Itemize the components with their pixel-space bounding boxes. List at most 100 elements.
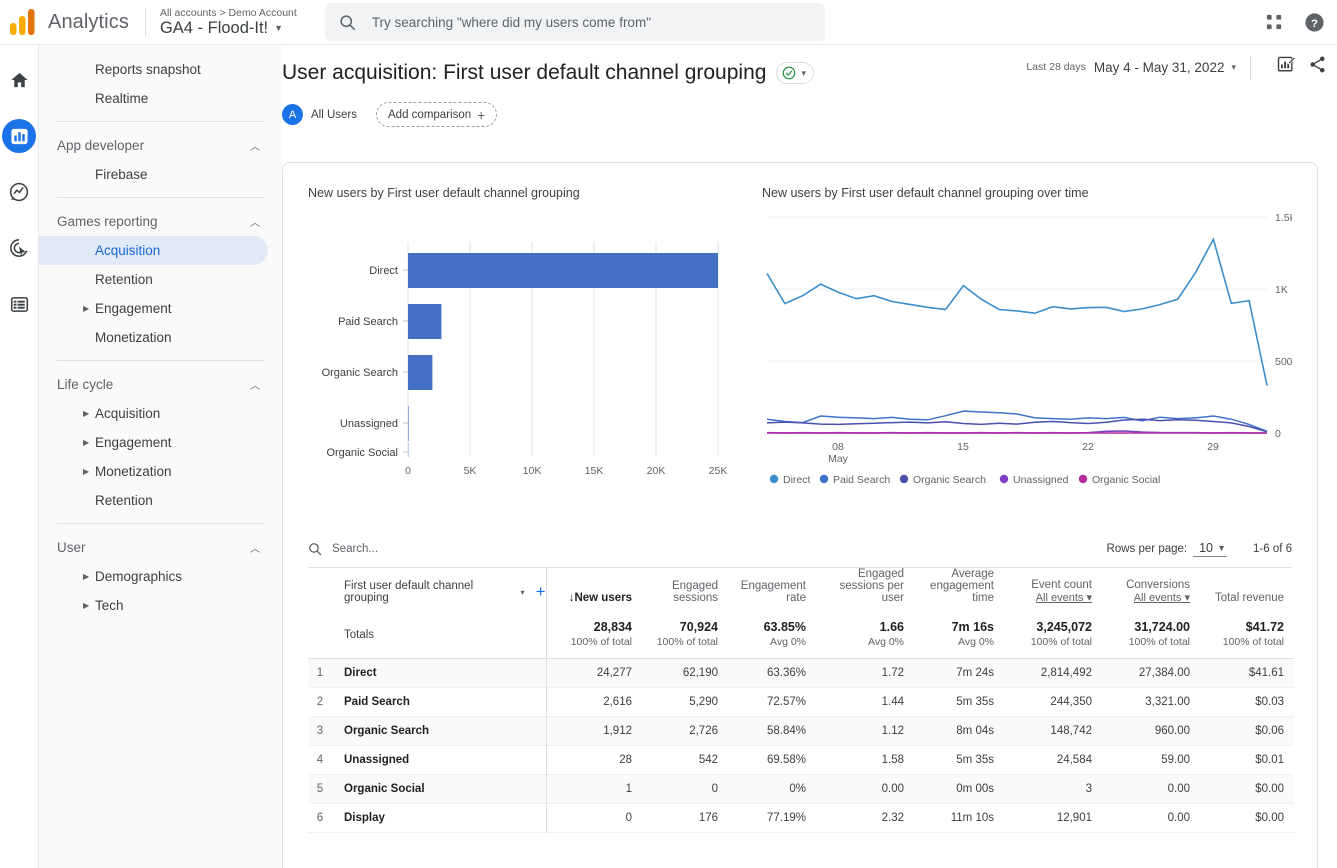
row-dimension[interactable]: Organic Search: [332, 716, 546, 745]
sidebar-item-games-acquisition[interactable]: Acquisition: [39, 236, 268, 265]
table-search-input[interactable]: Search...: [308, 542, 540, 556]
line-ytick-label: 0: [1275, 428, 1281, 440]
bar-direct: [408, 253, 718, 288]
legend-dot-direct: [769, 474, 779, 484]
table-header-event-count[interactable]: Event count All events ▾: [1004, 568, 1102, 612]
rail-item-home[interactable]: [2, 63, 36, 97]
edit-chart-icon: [1277, 56, 1296, 72]
table-row[interactable]: 3 Organic Search 1,912 2,726 58.84% 1.12…: [308, 716, 1294, 745]
property-selector[interactable]: GA4 - Flood-It! ▼: [160, 19, 297, 38]
rail-item-advertising[interactable]: [2, 231, 36, 265]
data-quality-badge[interactable]: ▾: [776, 62, 814, 84]
table-header-engaged-sessions-per-user[interactable]: Engaged sessions per user: [816, 568, 914, 612]
row-cell: 1,912: [545, 716, 642, 745]
event-count-filter[interactable]: All events ▾: [1004, 591, 1092, 604]
row-cell: 7m 24s: [956, 666, 994, 679]
row-cell: 69.58%: [766, 753, 806, 766]
rows-per-page-value: 10: [1199, 540, 1213, 555]
sidebar-group-life-cycle[interactable]: Life cycle ︿: [39, 369, 282, 399]
sidebar-item-games-retention[interactable]: Retention: [39, 265, 268, 294]
sidebar-item-label: Retention: [95, 272, 153, 287]
table-header-new-users[interactable]: ↓New users: [545, 568, 642, 612]
sidebar-item-games-engagement[interactable]: ▶ Engagement: [39, 294, 268, 323]
table-header-total-revenue[interactable]: Total revenue: [1200, 568, 1294, 612]
row-dimension[interactable]: Organic Social: [332, 774, 546, 803]
main-content: User acquisition: First user default cha…: [282, 45, 1337, 868]
advertising-icon: [10, 239, 28, 257]
table-header-average-engagement-time[interactable]: Average engagement time: [914, 568, 1004, 612]
legend-label-organic-social: Organic Social: [1092, 474, 1160, 486]
bar-xtick-label: 25K: [709, 465, 728, 477]
add-comparison-button[interactable]: Add comparison +: [376, 102, 498, 127]
all-users-chip[interactable]: A All Users: [282, 102, 368, 127]
table-row[interactable]: 5 Organic Social 1 0 0% 0.00 0m 00s 3 0.…: [308, 774, 1294, 803]
row-cell: 63.36%: [766, 666, 806, 679]
column-label: Average engagement time: [930, 568, 994, 604]
row-cell: 0m 00s: [956, 782, 994, 795]
share-button[interactable]: [1308, 55, 1327, 79]
sidebar-item-lifecycle-acquisition[interactable]: ▶ Acquisition: [39, 399, 268, 428]
chevron-down-icon: ▾: [1086, 592, 1092, 604]
sidebar-item-lifecycle-monetization[interactable]: ▶ Monetization: [39, 457, 268, 486]
sidebar-item-lifecycle-retention[interactable]: Retention: [39, 486, 268, 515]
rail-item-configure[interactable]: [2, 287, 36, 321]
rail-item-explore[interactable]: [2, 175, 36, 209]
sidebar-item-reports-snapshot[interactable]: Reports snapshot: [39, 55, 268, 84]
row-dimension[interactable]: Display: [332, 803, 546, 832]
row-cell: 72.57%: [766, 695, 806, 708]
sidebar-group-user[interactable]: User ︿: [39, 532, 282, 562]
search-input[interactable]: Try searching "where did my users come f…: [324, 3, 825, 41]
sidebar-item-games-monetization[interactable]: Monetization: [39, 323, 268, 352]
sidebar-group-games-reporting[interactable]: Games reporting ︿: [39, 206, 282, 236]
legend-dot-organic-social: [1078, 474, 1088, 484]
legend-label-paid-search: Paid Search: [833, 474, 890, 486]
row-cell: 0%: [789, 782, 806, 795]
share-icon: [1310, 56, 1325, 73]
charts-row: New users by First user default channel …: [283, 163, 1317, 517]
table-header-engagement-rate[interactable]: Engagement rate: [728, 568, 816, 612]
row-cell: 1.72: [881, 666, 904, 679]
analytics-logo-icon: [10, 9, 38, 35]
table-row[interactable]: 1 Direct 24,277 62,190 63.36% 1.72 7m 24…: [308, 658, 1294, 687]
line-chart-legend: Direct Paid Search Organic Search Unassi…: [769, 474, 1160, 486]
sidebar-group-app-developer[interactable]: App developer ︿: [39, 130, 282, 160]
row-cell: 3: [1085, 782, 1092, 795]
line-chart-panel: New users by First user default channel …: [762, 186, 1297, 517]
add-dimension-button[interactable]: +: [536, 583, 546, 600]
conversions-filter[interactable]: All events ▾: [1102, 591, 1190, 604]
row-cell: 27,384.00: [1138, 666, 1190, 679]
sidebar-item-label: Retention: [95, 493, 153, 508]
sidebar-item-tech[interactable]: ▶ Tech: [39, 591, 268, 620]
line-chart[interactable]: 1.5K 1K 500 0 08 May 15 22 29: [762, 212, 1297, 512]
row-dimension[interactable]: Unassigned: [332, 745, 546, 774]
account-selector[interactable]: All accounts > Demo Account GA4 - Flood-…: [160, 7, 297, 38]
series-line-organic-search: [766, 418, 1268, 433]
sidebar-item-realtime[interactable]: Realtime: [39, 84, 268, 113]
date-range-picker[interactable]: May 4 - May 31, 2022 ▾: [1094, 60, 1236, 75]
expand-arrow-icon: ▶: [83, 304, 90, 313]
row-cell: 1.58: [881, 753, 904, 766]
sidebar-item-lifecycle-engagement[interactable]: ▶ Engagement: [39, 428, 268, 457]
edit-chart-button[interactable]: [1277, 55, 1296, 79]
rail-item-reports[interactable]: [2, 119, 36, 153]
expand-arrow-icon: ▶: [83, 467, 90, 476]
row-cell: 0.00: [1167, 782, 1190, 795]
table-row[interactable]: 6 Display 0 176 77.19% 2.32 11m 10s 12,9…: [308, 803, 1294, 832]
table-header-engaged-sessions[interactable]: Engaged sessions: [642, 568, 728, 612]
sidebar-item-label: Monetization: [95, 464, 172, 479]
table-row[interactable]: 2 Paid Search 2,616 5,290 72.57% 1.44 5m…: [308, 687, 1294, 716]
row-cell: 2,616: [545, 687, 642, 716]
apps-grid-icon[interactable]: [1265, 13, 1284, 32]
row-cell: 0.00: [881, 782, 904, 795]
help-icon[interactable]: ?: [1304, 12, 1325, 33]
table-header-conversions[interactable]: Conversions All events ▾: [1102, 568, 1200, 612]
dimension-selector[interactable]: First user default channel grouping ▾: [344, 580, 525, 604]
row-dimension[interactable]: Direct: [332, 658, 546, 687]
rows-per-page-select[interactable]: 10 ▼: [1193, 541, 1227, 557]
table-row[interactable]: 4 Unassigned 28 542 69.58% 1.58 5m 35s 2…: [308, 745, 1294, 774]
bar-chart[interactable]: Direct Paid Search Organic Search Unassi…: [308, 212, 728, 477]
row-cell: 1.12: [881, 724, 904, 737]
sidebar-item-demographics[interactable]: ▶ Demographics: [39, 562, 268, 591]
sidebar-item-firebase[interactable]: Firebase: [39, 160, 268, 189]
row-dimension[interactable]: Paid Search: [332, 687, 546, 716]
